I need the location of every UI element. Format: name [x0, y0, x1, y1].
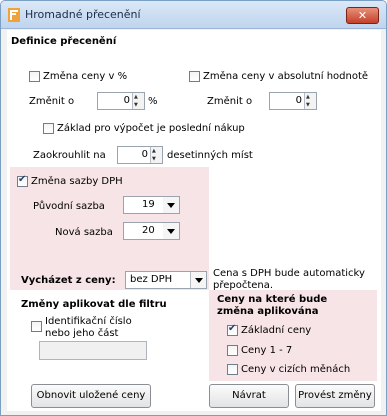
apply-changes-button[interactable]: Provést změny: [295, 384, 375, 408]
prices-basic-checkbox[interactable]: [227, 323, 238, 336]
vat-original-label: Původní sazba: [33, 201, 105, 212]
percent-unit: %: [148, 96, 158, 107]
absolute-change-value: 0: [295, 95, 302, 106]
prices-foreign-label: Ceny v cizích měnách: [241, 364, 351, 375]
vat-new-label: Nová sazba: [55, 227, 113, 238]
vat-change-label: Změna sazby DPH: [31, 176, 123, 187]
window-title: Hromadné přecenění: [25, 8, 141, 21]
rounding-stepper[interactable]: 0 ▲ ▼: [117, 146, 163, 164]
percent-change-label: Změna ceny v %: [43, 71, 128, 82]
back-button[interactable]: Návrat: [209, 384, 289, 408]
vat-new-select[interactable]: 20: [123, 222, 165, 240]
app-icon: [8, 8, 20, 22]
filter-id-checkbox[interactable]: [31, 321, 42, 332]
absolute-change-stepper[interactable]: 0 ▲ ▼: [269, 92, 317, 110]
prices-1-7-checkbox[interactable]: [227, 345, 238, 356]
filter-id-label-line1: Identifikační číslo: [45, 316, 132, 327]
reload-prices-button[interactable]: Obnovit uložené ceny: [31, 384, 151, 408]
vat-new-dropdown[interactable]: [163, 222, 180, 240]
vat-original-select[interactable]: 19: [123, 196, 165, 214]
vat-original-dropdown[interactable]: [163, 196, 180, 214]
last-purchase-checkbox[interactable]: [43, 123, 54, 134]
stepper-arrows[interactable]: ▲ ▼: [132, 93, 144, 109]
base-price-note-line1: Cena s DPH bude automaticky: [213, 268, 365, 279]
vat-change-checkbox[interactable]: [17, 174, 28, 187]
rounding-value: 0: [141, 149, 148, 160]
absolute-change-checkbox[interactable]: [189, 71, 200, 82]
vat-original-value: 19: [142, 199, 155, 210]
last-purchase-label: Základ pro výpočet je poslední nákup: [57, 123, 245, 134]
absolute-change-label: Změna ceny v absolutní hodnotě: [203, 71, 369, 82]
title-bar[interactable]: Hromadné přecenění ✕: [1, 1, 386, 29]
base-price-label: Vycházet z ceny:: [21, 275, 116, 286]
prices-title-line1: Ceny na které bude: [217, 294, 328, 305]
prices-basic-label: Základní ceny: [241, 325, 312, 336]
prices-1-7-label: Ceny 1 - 7: [241, 345, 293, 356]
percent-change-value: 0: [123, 95, 130, 106]
close-button[interactable]: ✕: [346, 7, 379, 24]
section-definition-title: Definice přecenění: [11, 36, 117, 47]
percent-change-amount-label: Změnit o: [29, 96, 75, 107]
filter-title: Změny aplikovat dle filtru: [21, 299, 167, 310]
chevron-down-icon[interactable]: [190, 272, 206, 288]
filter-id-input[interactable]: [39, 341, 147, 360]
rounding-label: Zaokrouhlit na: [33, 150, 106, 161]
dialog-content: Definice přecenění Změna ceny v % Změna …: [7, 30, 381, 411]
prices-title-line2: změna aplikována: [217, 306, 319, 317]
prices-foreign-checkbox[interactable]: [227, 364, 238, 375]
filter-id-label-line2: nebo jeho část: [45, 328, 119, 339]
rounding-suffix: desetinných míst: [167, 150, 253, 161]
dialog-window: Hromadné přecenění ✕ Definice přecenění …: [0, 0, 387, 416]
vat-new-value: 20: [142, 225, 155, 236]
stepper-arrows[interactable]: ▲ ▼: [150, 147, 162, 163]
percent-change-checkbox[interactable]: [29, 71, 40, 82]
chevron-down-icon[interactable]: [163, 197, 179, 213]
percent-change-stepper[interactable]: 0 ▲ ▼: [97, 92, 145, 110]
base-price-value: bez DPH: [130, 274, 173, 285]
absolute-change-amount-label: Změnit o: [207, 96, 253, 107]
stepper-arrows[interactable]: ▲ ▼: [304, 93, 316, 109]
chevron-down-icon[interactable]: [163, 223, 179, 239]
base-price-select[interactable]: bez DPH: [125, 271, 207, 289]
close-icon: ✕: [357, 9, 368, 22]
